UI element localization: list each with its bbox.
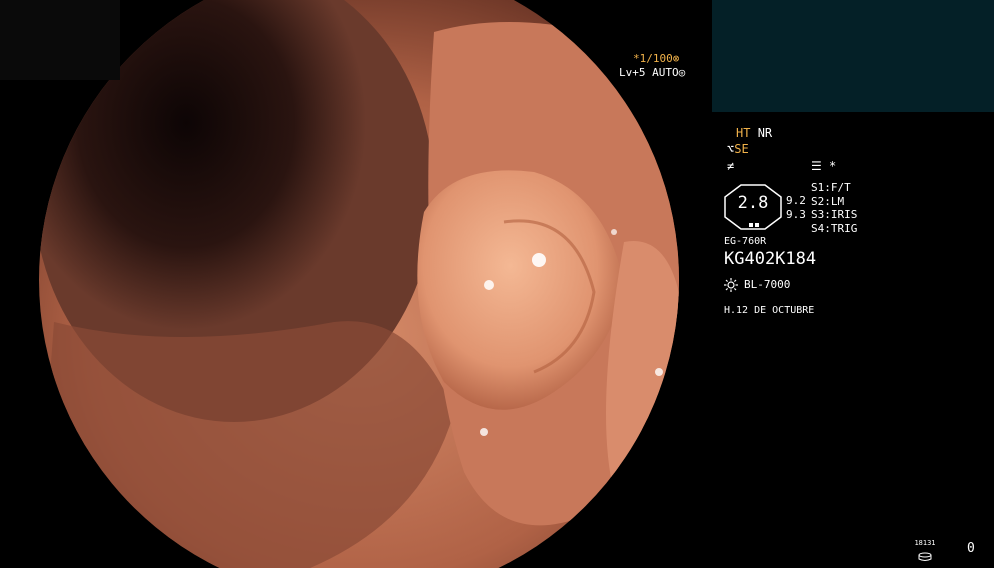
level-value: Lv+5 <box>619 66 646 79</box>
level-indicator: Lv+5 AUTO◎ <box>619 66 685 79</box>
ht-nr-indicator: HT NR <box>736 127 772 140</box>
sub-value-2: 9.3 <box>786 208 806 221</box>
s-mode-key: S1 <box>811 181 825 194</box>
endoscopic-image <box>34 0 684 568</box>
f-slash-icon: ≠ <box>727 159 735 173</box>
scope-serial: KG402K184 <box>724 249 817 269</box>
nr-label: NR <box>757 126 773 140</box>
s-mode-value: IRIS <box>830 208 858 221</box>
s-mode-list: S1:F/T S2:LM S3:IRIS S4:TRIG <box>811 181 857 235</box>
magnification-indicator: *1/100⊗ <box>633 52 679 65</box>
recorder-icon: 18131 <box>914 539 936 561</box>
s-mode-item: S2:LM <box>811 194 845 208</box>
ht-label: HT <box>736 126 751 140</box>
recorder-small-label: 18131 <box>914 539 936 547</box>
sun-icon <box>724 277 738 292</box>
se-label: SE <box>734 142 749 156</box>
s-mode-key: S4 <box>811 221 825 235</box>
s-mode-key: S3 <box>811 208 825 221</box>
s-mode-item: S4:TRIG <box>811 221 858 235</box>
s-mode-item: S1:F/T <box>811 181 851 194</box>
menu-icon: ☰ <box>811 159 822 173</box>
asterisk-label: * <box>829 159 837 173</box>
s-mode-value: LM <box>830 194 845 208</box>
preview-panel <box>712 0 994 112</box>
concentric-circle-icon: ◎ <box>678 66 686 79</box>
s-mode-key: S2 <box>811 194 825 208</box>
s-mode-item: S3:IRIS <box>811 208 858 221</box>
recorder-count: 0 <box>967 541 975 556</box>
se-indicator: ⌥SE <box>727 143 749 156</box>
s-mode-value: TRIG <box>830 221 858 235</box>
auto-label: AUTO <box>652 66 679 79</box>
top-left-overlay <box>0 0 120 80</box>
menu-indicator: ☰ * <box>811 160 836 173</box>
light-source: BL-7000 <box>744 278 791 291</box>
s-mode-value: F/T <box>830 181 851 194</box>
sub-value-1: 9.2 <box>786 194 806 207</box>
zoom-value: 2.8 <box>737 193 769 213</box>
date-label: H.12 DE OCTUBRE <box>724 305 815 316</box>
scope-model: EG-760R <box>724 236 767 247</box>
magnification-value: *1/100 <box>633 52 673 65</box>
crossed-circle-icon: ⊗ <box>672 52 680 65</box>
